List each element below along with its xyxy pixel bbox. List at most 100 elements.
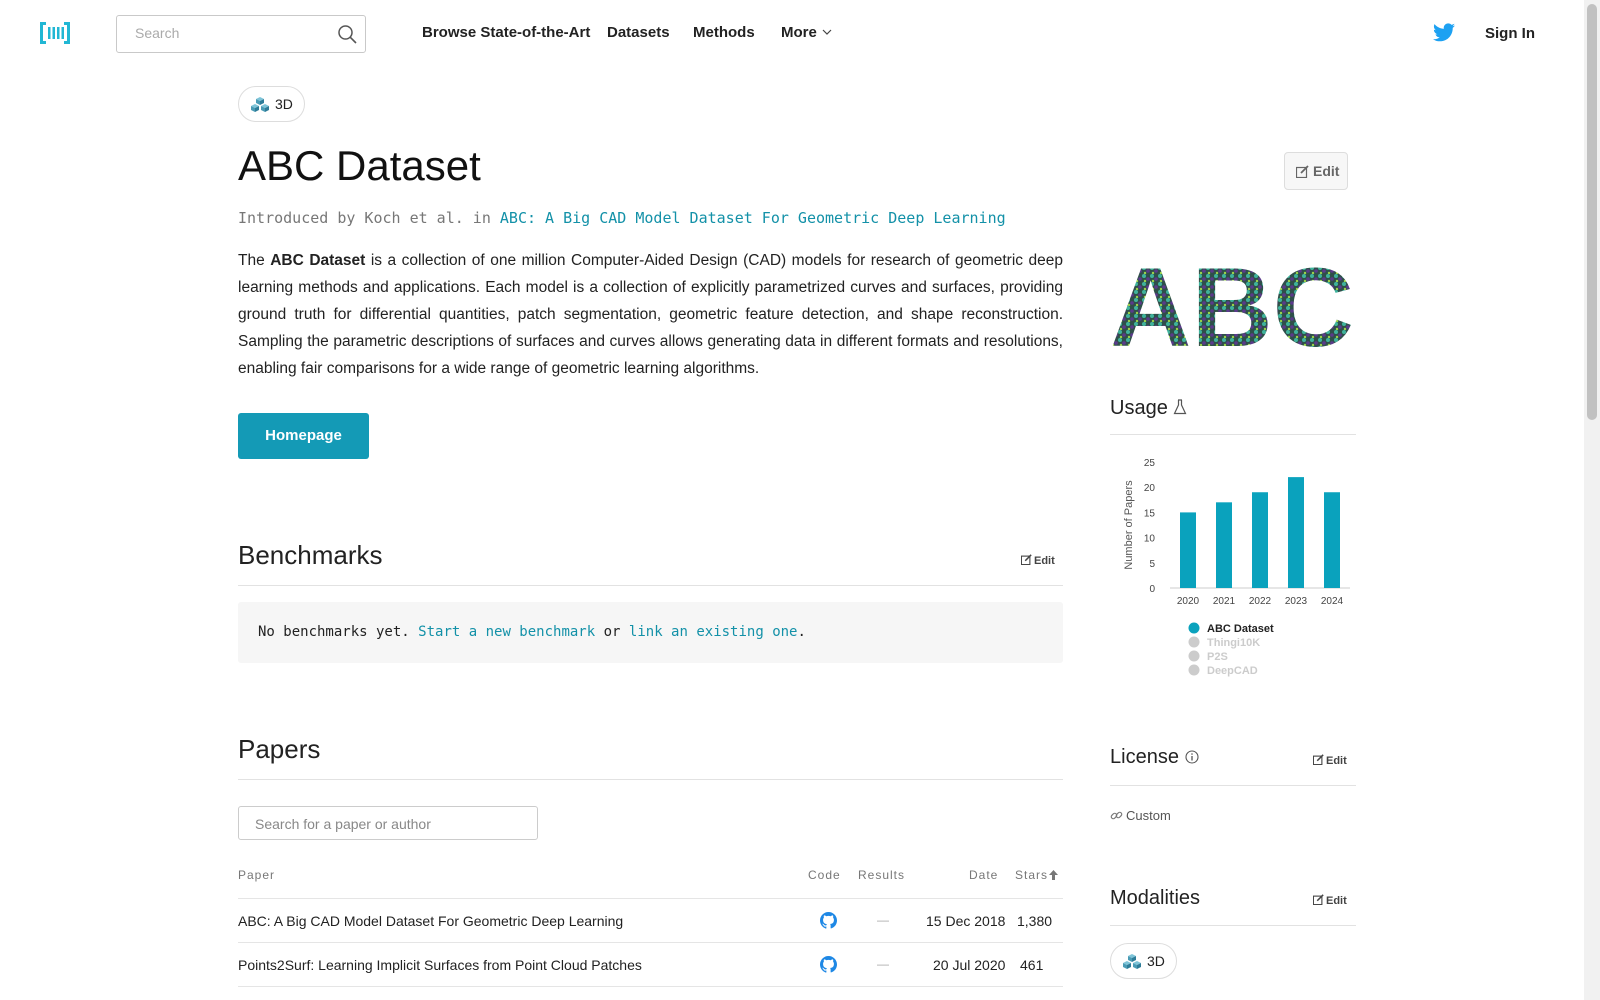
edit-dataset-button[interactable]: Edit bbox=[1284, 152, 1348, 190]
x-tick-label: 2022 bbox=[1249, 596, 1272, 607]
legend-item[interactable]: P2S bbox=[1207, 651, 1228, 663]
search-icon[interactable] bbox=[337, 24, 357, 44]
link-existing-benchmark-link[interactable]: link an existing one bbox=[629, 624, 798, 640]
benchmarks-edit-button[interactable]: Edit bbox=[1020, 554, 1055, 567]
y-tick-label: 25 bbox=[1144, 458, 1156, 469]
logo-icon[interactable] bbox=[40, 20, 70, 46]
legend-item[interactable]: ABC Dataset bbox=[1207, 623, 1274, 635]
paper-title-link[interactable]: Points2Surf: Learning Implicit Surfaces … bbox=[238, 957, 642, 973]
edit-label: Edit bbox=[1034, 555, 1055, 567]
desc-the: The bbox=[238, 252, 265, 269]
nav-datasets[interactable]: Datasets bbox=[607, 24, 670, 41]
flask-icon[interactable] bbox=[1173, 399, 1187, 415]
desc-body: is a collection of one million Computer-… bbox=[238, 252, 1064, 377]
start-benchmark-link[interactable]: Start a new benchmark bbox=[418, 624, 595, 640]
site-search[interactable] bbox=[116, 15, 366, 53]
usage-chart: 0 5 10 15 20 25 Number of Papers 2020 2021 2022 20… bbox=[1123, 458, 1350, 677]
bar-2020 bbox=[1180, 512, 1196, 588]
twitter-icon[interactable] bbox=[1433, 23, 1455, 42]
legend-item[interactable]: Thingi10K bbox=[1207, 637, 1260, 649]
col-header-stars[interactable]: Stars bbox=[1015, 868, 1059, 882]
3d-cubes-icon bbox=[251, 97, 269, 112]
benchmarks-heading: Benchmarks bbox=[238, 540, 383, 570]
paper-stars: 1,380 bbox=[1017, 913, 1053, 929]
legend-item[interactable]: DeepCAD bbox=[1207, 665, 1258, 677]
usage-label: Usage bbox=[1110, 397, 1168, 419]
arrow-up-icon bbox=[1049, 870, 1059, 880]
y-tick-label: 15 bbox=[1144, 508, 1156, 519]
intro-paper-link[interactable]: ABC: A Big CAD Model Dataset For Geometr… bbox=[500, 209, 1006, 227]
period-text: . bbox=[797, 624, 806, 640]
col-header-date[interactable]: Date bbox=[969, 868, 998, 882]
modality-tag-top[interactable]: 3D bbox=[238, 86, 305, 122]
github-icon[interactable] bbox=[820, 956, 837, 973]
link-icon bbox=[1110, 811, 1123, 820]
x-tick-label: 2021 bbox=[1213, 596, 1236, 607]
col-header-code[interactable]: Code bbox=[808, 868, 841, 882]
edit-icon bbox=[1312, 754, 1324, 766]
3d-cubes-icon bbox=[1123, 954, 1141, 969]
license-edit-button[interactable]: Edit bbox=[1312, 754, 1347, 767]
y-tick-label: 0 bbox=[1149, 584, 1155, 595]
sign-in-link[interactable]: Sign In bbox=[1485, 25, 1535, 42]
nav-more-label: More bbox=[781, 24, 817, 41]
bar-2021 bbox=[1216, 502, 1232, 588]
x-tick-label: 2024 bbox=[1321, 596, 1344, 607]
legend-marker bbox=[1188, 636, 1200, 648]
paper-search-box[interactable] bbox=[238, 806, 538, 840]
empty-text: No benchmarks yet. bbox=[258, 624, 410, 640]
y-axis-label: Number of Papers bbox=[1123, 480, 1135, 570]
bar-2024 bbox=[1324, 492, 1340, 588]
divider bbox=[238, 585, 1063, 586]
page-scrollbar[interactable] bbox=[1584, 0, 1600, 1000]
legend-marker bbox=[1188, 622, 1200, 634]
bar-2022 bbox=[1252, 492, 1268, 588]
chevron-down-icon bbox=[822, 29, 832, 35]
paper-stars: 461 bbox=[1020, 957, 1044, 973]
y-tick-label: 5 bbox=[1149, 559, 1155, 570]
edit-icon bbox=[1020, 554, 1032, 566]
license-link[interactable]: Custom bbox=[1110, 808, 1171, 823]
paper-search-input[interactable] bbox=[255, 816, 515, 832]
results-value: — bbox=[877, 913, 889, 927]
modalities-edit-button[interactable]: Edit bbox=[1312, 894, 1347, 907]
papers-heading: Papers bbox=[238, 734, 321, 764]
divider bbox=[238, 986, 1063, 987]
x-tick-label: 2023 bbox=[1285, 596, 1308, 607]
col-header-results[interactable]: Results bbox=[858, 868, 905, 882]
dataset-description: The ABC Dataset is a collection of one m… bbox=[238, 247, 1063, 382]
scrollbar-thumb[interactable] bbox=[1587, 4, 1597, 420]
nav-methods[interactable]: Methods bbox=[693, 24, 755, 41]
divider bbox=[238, 898, 1063, 899]
usage-heading: Usage bbox=[1110, 397, 1187, 420]
info-icon[interactable] bbox=[1184, 750, 1199, 764]
nav-browse-sota[interactable]: Browse State-of-the-Art bbox=[422, 24, 590, 41]
paper-title-link[interactable]: ABC: A Big CAD Model Dataset For Geometr… bbox=[238, 913, 623, 929]
edit-icon bbox=[1296, 165, 1309, 178]
intro-prefix: Introduced by Koch et al. in bbox=[238, 209, 491, 227]
license-value: Custom bbox=[1126, 808, 1171, 823]
desc-dataset-name: ABC Dataset bbox=[270, 252, 366, 269]
legend-marker bbox=[1188, 664, 1200, 676]
tag-label: 3D bbox=[1147, 953, 1165, 969]
homepage-button[interactable]: Homepage bbox=[238, 413, 369, 459]
y-tick-label: 20 bbox=[1144, 483, 1156, 494]
divider bbox=[238, 942, 1063, 943]
search-input[interactable] bbox=[135, 25, 315, 41]
col-header-stars-label: Stars bbox=[1015, 868, 1049, 882]
results-value: — bbox=[877, 957, 889, 971]
modalities-heading: Modalities bbox=[1110, 887, 1201, 909]
col-header-paper[interactable]: Paper bbox=[238, 868, 275, 882]
x-tick-label: 2020 bbox=[1177, 596, 1200, 607]
dataset-image: ABC bbox=[1110, 258, 1354, 350]
page-title: ABC Dataset bbox=[238, 142, 481, 189]
divider bbox=[238, 779, 1063, 780]
divider bbox=[1110, 434, 1356, 435]
legend-marker bbox=[1188, 650, 1200, 662]
github-icon[interactable] bbox=[820, 912, 837, 929]
modality-tag-3d[interactable]: 3D bbox=[1110, 943, 1177, 979]
bar-2023 bbox=[1288, 477, 1304, 588]
nav-more[interactable]: More bbox=[781, 24, 832, 41]
license-label: License bbox=[1110, 746, 1179, 768]
no-benchmarks-text: No benchmarks yet. Start a new benchmark… bbox=[258, 624, 806, 640]
